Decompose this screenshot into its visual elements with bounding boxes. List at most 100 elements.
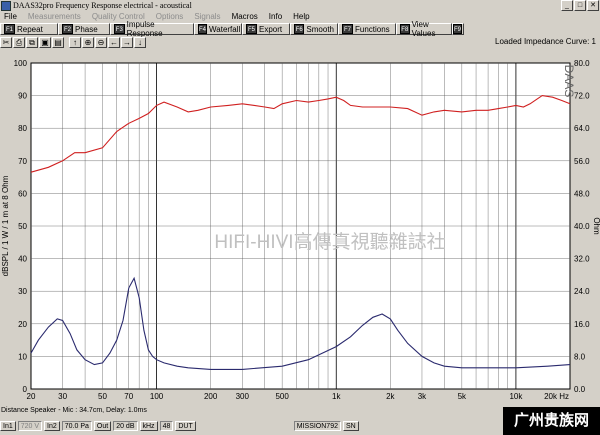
repeat-button[interactable]: F1 Repeat: [0, 23, 58, 35]
y-tick-label: 100: [14, 59, 28, 68]
y-tick-label: 60: [18, 189, 27, 198]
y2-tick-label: 8.0: [574, 352, 586, 361]
x-tick-label: 70: [124, 392, 133, 401]
close-button[interactable]: ✕: [587, 0, 599, 11]
x-tick-label: 20k Hz: [544, 392, 569, 401]
arrow-down-icon[interactable]: ↓: [134, 36, 146, 48]
y-tick-label: 40: [18, 255, 27, 264]
arrow-up-icon[interactable]: ↑: [69, 36, 81, 48]
loaded-impedance-curve-label: Loaded Impedance Curve: 1: [495, 37, 596, 46]
x-tick-label: 10k: [509, 392, 523, 401]
menu-help[interactable]: Help: [289, 11, 316, 23]
y-tick-label: 30: [18, 287, 27, 296]
x-tick-label: 20: [27, 392, 36, 401]
fkey-badge: F4: [198, 24, 208, 34]
brand-watermark: 广州贵族网: [503, 407, 600, 435]
db-readout: 20 dB: [113, 420, 138, 431]
x-tick-label: 3k: [418, 392, 427, 401]
in1-button[interactable]: In1: [0, 420, 16, 431]
x-tick-label: 1k: [332, 392, 341, 401]
cut-icon[interactable]: ✂: [0, 36, 12, 48]
y2-tick-label: 40.0: [574, 222, 590, 231]
n48-readout: 48: [159, 420, 174, 431]
x-tick-label: 5k: [458, 392, 467, 401]
fkey-label: Export: [259, 24, 283, 34]
fkey-badge: F8: [400, 24, 410, 34]
maximize-button[interactable]: □: [574, 0, 586, 11]
x-tick-label: 500: [275, 392, 289, 401]
y-tick-label: 10: [18, 352, 27, 361]
zoom-in-icon[interactable]: ⊕: [82, 36, 94, 48]
y2-tick-label: 32.0: [574, 255, 590, 264]
fkey-badge: F5: [246, 24, 257, 34]
y2-tick-label: 16.0: [574, 320, 590, 329]
sn-button[interactable]: SN: [343, 420, 359, 431]
y-tick-label: 70: [18, 157, 27, 166]
impulse-response-button[interactable]: F3 Impulse Response: [110, 20, 194, 38]
f9-button[interactable]: F9: [452, 23, 464, 35]
function-key-bar: F1 Repeat F2 Phase F3 Impulse Response F4 Wa…: [0, 20, 600, 38]
window-title: DAAS32pro Frequency Response electrical …: [13, 1, 192, 10]
title-bar: DAAS32pro Frequency Response electrical …: [0, 0, 600, 11]
view-values-button[interactable]: F8 View Values: [396, 20, 452, 38]
export-button[interactable]: F5 Export: [242, 23, 290, 35]
x-tick-label: 50: [98, 392, 107, 401]
y-tick-label: 20: [18, 320, 27, 329]
open-icon[interactable]: ▤: [52, 36, 64, 48]
fkey-badge: F9: [453, 24, 463, 34]
save-icon[interactable]: ▣: [39, 36, 51, 48]
menu-macros[interactable]: Macros: [228, 11, 265, 23]
fkey-label: Phase: [75, 24, 98, 34]
dut-name-field: MISSION792: [293, 420, 341, 431]
printer-icon[interactable]: ⎙: [13, 36, 25, 48]
x-tick-label: 300: [236, 392, 250, 401]
x-tick-label: 2k: [386, 392, 395, 401]
arrow-right-icon[interactable]: →: [121, 36, 133, 48]
out-button[interactable]: Out: [93, 420, 112, 431]
minimize-button[interactable]: _: [561, 0, 573, 11]
khz-button[interactable]: kHz: [139, 420, 158, 431]
menu-signals[interactable]: Signals: [190, 11, 227, 23]
menu-measurements[interactable]: Measurements: [24, 11, 88, 23]
y2-tick-label: 0.0: [574, 385, 586, 394]
arrow-left-icon[interactable]: ←: [108, 36, 120, 48]
chart-area: 0 0.0 10 8.0 20 16.0 30 24.0 40 32.0 50 40.0 60 48.0 7…: [0, 48, 600, 403]
fkey-badge: F7: [342, 24, 353, 34]
x-tick-label: 200: [204, 392, 218, 401]
menu-file[interactable]: File: [0, 11, 24, 23]
smooth-button[interactable]: F6 Smooth: [290, 23, 338, 35]
menu-info[interactable]: Info: [265, 11, 289, 23]
y2-tick-label: 64.0: [574, 124, 590, 133]
zoom-out-icon[interactable]: ⊖: [95, 36, 107, 48]
fkey-badge: F2: [62, 24, 73, 34]
fkey-badge: F1: [4, 24, 15, 34]
y2-tick-label: 56.0: [574, 157, 590, 166]
functions-button[interactable]: F7 Functions: [338, 23, 396, 35]
x-tick-label: 100: [150, 392, 164, 401]
fkey-label: Repeat: [17, 24, 43, 34]
app-icon: [1, 0, 11, 11]
in2-button[interactable]: In2: [44, 420, 60, 431]
y2-tick-label: 24.0: [574, 287, 590, 296]
y-tick-label: 90: [18, 92, 27, 101]
dut-button[interactable]: DUT: [175, 420, 196, 431]
frequency-response-chart: 0 0.010 8.020 16.030 24.040 32.050 40.060 48.07…: [1, 59, 600, 401]
fkey-badge: F3: [114, 24, 125, 34]
y-tick-label: 80: [18, 124, 27, 133]
fkey-label: Functions: [355, 24, 390, 34]
y-tick-label: 50: [18, 222, 27, 231]
watermark-text: HIFI-HIVI高傳真視聽雜誌社: [214, 231, 445, 253]
pa-readout: 70.0 Pa: [61, 420, 92, 431]
y2-axis-label: Ohm: [592, 217, 600, 235]
menu-bar: File Measurements Quality Control Option…: [0, 11, 600, 23]
x-tick-label: 30: [58, 392, 67, 401]
waterfall-button[interactable]: F4 Waterfall: [194, 23, 242, 35]
daas-logo: DAAS: [562, 65, 576, 98]
window-controls: _ □ ✕: [561, 0, 599, 11]
copy-icon[interactable]: ⧉: [26, 36, 38, 48]
y-axis-label: dBSPL / 1 W / 1 m at 8 Ohm: [1, 175, 10, 276]
voltage-readout: 720 V: [17, 420, 43, 431]
y2-tick-label: 48.0: [574, 189, 590, 198]
fkey-badge: F6: [294, 24, 305, 34]
phase-button[interactable]: F2 Phase: [58, 23, 110, 35]
